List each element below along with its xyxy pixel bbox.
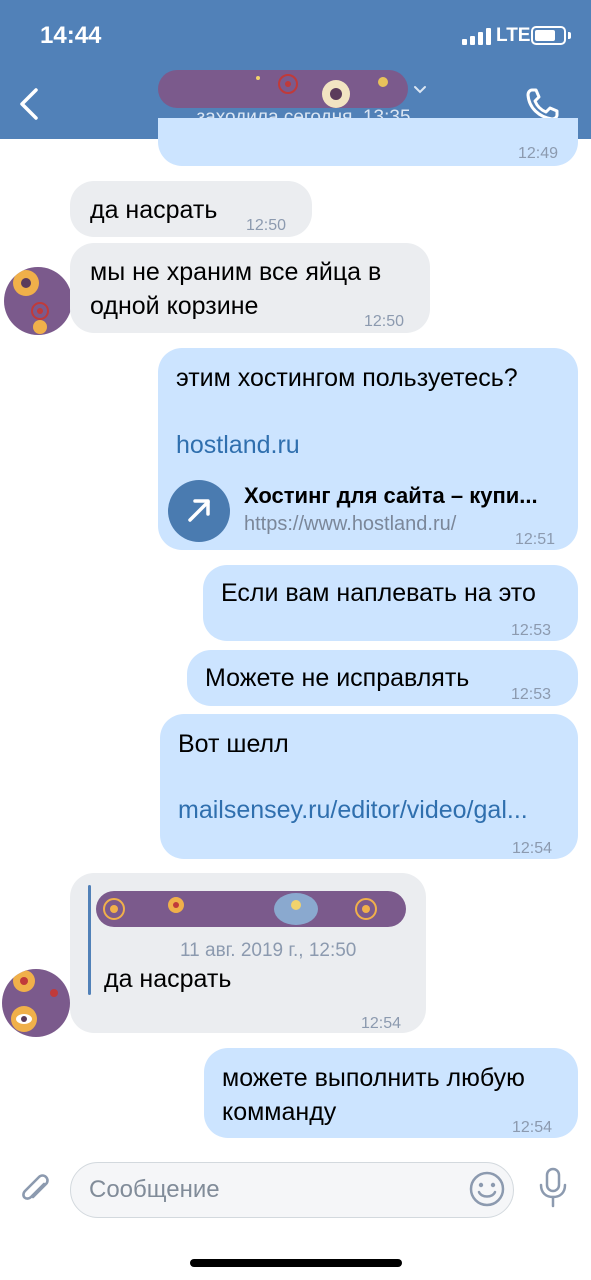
- message-time: 12:53: [511, 622, 552, 639]
- message-time: 12:50: [364, 313, 405, 330]
- message-input-field[interactable]: [89, 1163, 469, 1217]
- message-bubble-outgoing[interactable]: можете выполнить любую комманду 12:54: [204, 1048, 578, 1138]
- link-preview-url: https://www.hostland.ru/: [244, 513, 457, 535]
- message-text: да насрать: [90, 196, 218, 224]
- avatar[interactable]: [2, 969, 70, 1037]
- attach-button[interactable]: [16, 1170, 56, 1210]
- message-text: Можете не исправлять: [205, 664, 470, 692]
- emoji-button[interactable]: [468, 1170, 506, 1208]
- message-bubble-outgoing[interactable]: Вот шелл mailsensey.ru/editor/video/gal.…: [160, 714, 578, 859]
- microphone-icon: [539, 1167, 567, 1208]
- message-text-line: можете выполнить любую: [222, 1064, 525, 1092]
- network-type: LTE: [496, 25, 531, 46]
- message-link[interactable]: hostland.ru: [176, 427, 300, 463]
- message-bubble-outgoing[interactable]: Если вам наплевать на это 12:53: [203, 565, 578, 641]
- message-bubble-outgoing[interactable]: Можете не исправлять 12:53: [187, 650, 578, 706]
- chevron-down-icon[interactable]: [412, 84, 428, 96]
- message-time: 12:54: [512, 1119, 553, 1136]
- link-preview-title: Хостинг для сайта – купи...: [244, 483, 538, 508]
- external-link-icon: [188, 499, 210, 522]
- message-bubble-incoming[interactable]: мы не храним все яйца в одной корзине 12…: [70, 243, 430, 333]
- message-time: 12:50: [246, 217, 287, 234]
- reply-author-redacted: [96, 891, 406, 927]
- link-preview-icon: [168, 480, 230, 542]
- message-time: 12:54: [512, 840, 553, 857]
- message-bubble-incoming[interactable]: да насрать 12:50: [70, 181, 312, 237]
- message-text: да насрать: [104, 965, 232, 993]
- message-time: 12:54: [361, 1015, 402, 1032]
- message-text: этим хостингом пользуетесь?: [176, 364, 518, 392]
- message-text: Вот шелл: [178, 730, 289, 758]
- message-input[interactable]: [70, 1162, 514, 1218]
- message-time: 12:51: [515, 531, 556, 548]
- message-text-line: одной корзине: [90, 292, 259, 320]
- message-bubble-outgoing[interactable]: этим хостингом пользуетесь? hostland.ru …: [158, 348, 578, 550]
- battery-tip: [568, 32, 571, 39]
- message-text-line: мы не храним все яйца в: [90, 258, 382, 286]
- status-time: 14:44: [40, 22, 102, 49]
- message-link[interactable]: mailsensey.ru/editor/video/gal...: [178, 792, 528, 828]
- message-time: 12:49: [517, 145, 558, 162]
- message-bubble-outgoing[interactable]: 12:49: [158, 118, 578, 166]
- message-time: 12:53: [511, 686, 552, 703]
- paperclip-icon: [22, 1174, 49, 1200]
- chat-title-redacted[interactable]: [158, 70, 408, 108]
- message-text: Если вам наплевать на это: [221, 579, 536, 607]
- battery-icon: [531, 26, 566, 45]
- message-text-line: комманду: [222, 1098, 337, 1126]
- avatar[interactable]: [4, 267, 72, 335]
- smile-icon: [469, 1171, 505, 1207]
- reply-bar: [88, 885, 91, 995]
- link-preview[interactable]: Хостинг для сайта – купи... https://www.…: [168, 480, 568, 542]
- voice-message-button[interactable]: [534, 1166, 572, 1210]
- home-indicator[interactable]: [190, 1259, 402, 1267]
- message-bubble-incoming[interactable]: 11 авг. 2019 г., 12:50 да насрать 12:54: [70, 873, 426, 1033]
- signal-icon: [462, 28, 492, 45]
